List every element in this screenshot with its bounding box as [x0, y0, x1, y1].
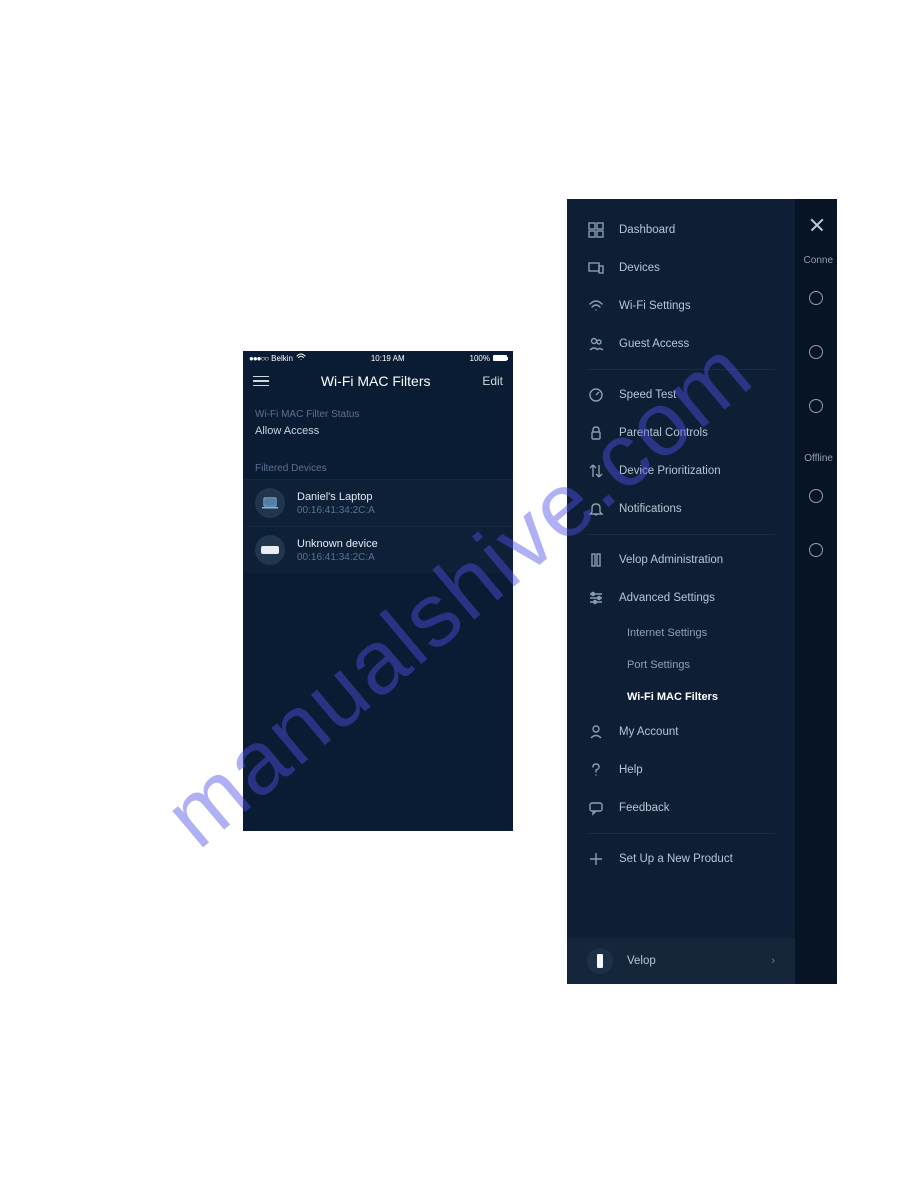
nav-item-device-prioritization[interactable]: Device Prioritization: [567, 452, 795, 490]
lock-icon: [587, 424, 605, 442]
nav-label: Advanced Settings: [619, 592, 715, 604]
guest-icon: [587, 335, 605, 353]
filtered-devices-label: Filtered Devices: [243, 451, 513, 479]
nav-label: Internet Settings: [627, 627, 707, 639]
offline-section-label: Offline: [804, 453, 833, 464]
nav-label: My Account: [619, 726, 678, 738]
nav-item-speed-test[interactable]: Speed Test: [567, 376, 795, 414]
nav-label: Help: [619, 764, 643, 776]
status-indicator[interactable]: [809, 489, 823, 503]
menu-screen: Dashboard Devices Wi-Fi Settings Guest A…: [567, 199, 837, 984]
velop-node-icon: [587, 948, 613, 974]
nav-item-setup-new[interactable]: Set Up a New Product: [567, 840, 795, 878]
nav-item-my-account[interactable]: My Account: [567, 713, 795, 751]
status-bar: ●●●○○ Belkin 10:19 AM 100%: [243, 351, 513, 365]
account-icon: [587, 723, 605, 741]
nav-label: Devices: [619, 262, 660, 274]
background-panel: Conne Offline: [795, 199, 837, 984]
battery-icon: [493, 355, 507, 361]
laptop-icon: [255, 488, 285, 518]
close-icon[interactable]: [809, 217, 825, 233]
status-indicator[interactable]: [809, 291, 823, 305]
carrier-label: Belkin: [271, 354, 293, 363]
nav-footer-velop[interactable]: Velop ›: [567, 938, 795, 984]
help-icon: [587, 761, 605, 779]
device-name: Daniel's Laptop: [297, 491, 375, 503]
nav-drawer: Dashboard Devices Wi-Fi Settings Guest A…: [567, 199, 795, 984]
signal-dots-icon: ●●●○○: [249, 354, 268, 363]
nav-item-help[interactable]: Help: [567, 751, 795, 789]
nav-subitem-mac-filters[interactable]: Wi-Fi MAC Filters: [567, 681, 795, 713]
router-icon: [255, 535, 285, 565]
nav-item-wifi-settings[interactable]: Wi-Fi Settings: [567, 287, 795, 325]
nav-label: Parental Controls: [619, 427, 708, 439]
nav-item-parental-controls[interactable]: Parental Controls: [567, 414, 795, 452]
filter-status-label: Wi-Fi MAC Filter Status: [243, 397, 513, 425]
nav-label: Notifications: [619, 503, 682, 515]
divider: [587, 833, 775, 834]
status-indicator[interactable]: [809, 399, 823, 413]
nav-label: Guest Access: [619, 338, 689, 350]
device-name: Unknown device: [297, 538, 378, 550]
nav-label: Speed Test: [619, 389, 676, 401]
nav-label: Velop Administration: [619, 554, 723, 566]
nav-item-feedback[interactable]: Feedback: [567, 789, 795, 827]
nav-bar: Wi-Fi MAC Filters Edit: [243, 365, 513, 397]
admin-icon: [587, 551, 605, 569]
wifi-icon: [587, 297, 605, 315]
divider: [587, 534, 775, 535]
nav-label: Feedback: [619, 802, 670, 814]
sliders-icon: [587, 589, 605, 607]
nav-item-devices[interactable]: Devices: [567, 249, 795, 287]
priority-icon: [587, 462, 605, 480]
device-mac: 00:16:41:34:2C:A: [297, 505, 375, 516]
nav-label: Wi-Fi Settings: [619, 300, 691, 312]
speed-icon: [587, 386, 605, 404]
nav-subitem-internet-settings[interactable]: Internet Settings: [567, 617, 795, 649]
nav-label: Device Prioritization: [619, 465, 721, 477]
nav-label: Wi-Fi MAC Filters: [627, 691, 718, 703]
status-indicator[interactable]: [809, 345, 823, 359]
nav-label: Port Settings: [627, 659, 690, 671]
dashboard-icon: [587, 221, 605, 239]
nav-item-guest-access[interactable]: Guest Access: [567, 325, 795, 363]
nav-item-advanced-settings[interactable]: Advanced Settings: [567, 579, 795, 617]
device-row[interactable]: Unknown device 00:16:41:34:2C:A: [243, 526, 513, 573]
wifi-icon: [296, 353, 306, 363]
menu-icon[interactable]: [253, 376, 269, 387]
page-title: Wi-Fi MAC Filters: [321, 373, 431, 389]
nav-label: Set Up a New Product: [619, 853, 733, 865]
edit-button[interactable]: Edit: [482, 374, 503, 388]
connected-section-label: Conne: [804, 255, 833, 266]
battery-pct-label: 100%: [470, 354, 490, 363]
nav-label: Velop: [627, 955, 757, 967]
status-indicator[interactable]: [809, 543, 823, 557]
devices-icon: [587, 259, 605, 277]
bell-icon: [587, 500, 605, 518]
divider: [587, 369, 775, 370]
nav-label: Dashboard: [619, 224, 675, 236]
clock-label: 10:19 AM: [371, 354, 405, 363]
feedback-icon: [587, 799, 605, 817]
nav-item-dashboard[interactable]: Dashboard: [567, 211, 795, 249]
nav-subitem-port-settings[interactable]: Port Settings: [567, 649, 795, 681]
mac-filters-screen: ●●●○○ Belkin 10:19 AM 100% Wi-Fi MAC Fil…: [243, 351, 513, 831]
nav-item-velop-admin[interactable]: Velop Administration: [567, 541, 795, 579]
nav-item-notifications[interactable]: Notifications: [567, 490, 795, 528]
device-row[interactable]: Daniel's Laptop 00:16:41:34:2C:A: [243, 479, 513, 526]
plus-icon: [587, 850, 605, 868]
device-mac: 00:16:41:34:2C:A: [297, 552, 378, 563]
filter-status-value[interactable]: Allow Access: [243, 425, 513, 451]
chevron-right-icon: ›: [771, 955, 775, 967]
